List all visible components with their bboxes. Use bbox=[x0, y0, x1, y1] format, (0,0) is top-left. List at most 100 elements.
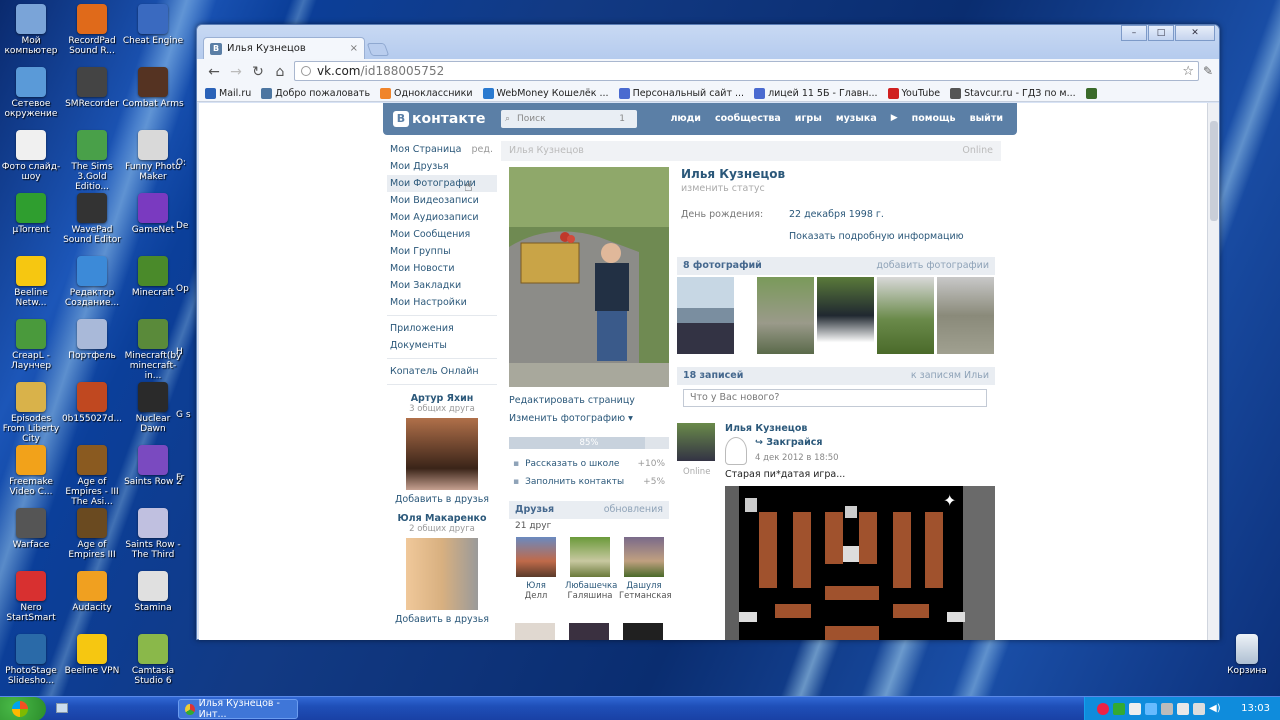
friends-header[interactable]: Друзья обновления bbox=[509, 501, 669, 519]
bookmark-item[interactable]: WebMoney Кошелёк ... bbox=[482, 87, 609, 99]
quick-launch-icon[interactable] bbox=[56, 703, 68, 713]
desktop-icon[interactable]: Портфель bbox=[61, 319, 123, 361]
menu-item[interactable]: Моя Страница ред. bbox=[387, 141, 497, 158]
wall-link[interactable]: к записям Ильи bbox=[911, 367, 989, 385]
menu-item-kopatel[interactable]: Копатель Онлайн bbox=[387, 363, 497, 380]
desktop-icon[interactable]: SMRecorder bbox=[61, 67, 123, 109]
maximize-button[interactable]: □ bbox=[1148, 25, 1174, 41]
friends-updates-link[interactable]: обновления bbox=[604, 501, 663, 519]
photo-thumb-4[interactable] bbox=[877, 277, 934, 354]
friend-item[interactable]: Юля Делл bbox=[511, 537, 561, 601]
post-author[interactable]: Илья Кузнецов bbox=[725, 423, 807, 434]
desktop-icon[interactable]: PhotoStage Slidesho... bbox=[0, 634, 62, 686]
desktop-icon[interactable]: Фото слайд-шоу bbox=[0, 130, 62, 182]
menu-item[interactable]: Документы bbox=[387, 337, 497, 354]
tray-icon-1[interactable] bbox=[1097, 703, 1109, 715]
desktop-icon[interactable]: Beeline VPN bbox=[61, 634, 123, 676]
back-arrow-icon[interactable]: ← bbox=[203, 62, 225, 82]
desktop-icon[interactable]: WavePad Sound Editor bbox=[61, 193, 123, 245]
menu-item[interactable]: Мои Группы bbox=[387, 243, 497, 260]
desktop-icon[interactable]: The Sims 3.Gold Editio... bbox=[61, 130, 123, 192]
window-close-button[interactable]: ✕ bbox=[1175, 25, 1215, 41]
desktop-icon[interactable]: Warface bbox=[0, 508, 62, 550]
tray-icon-3[interactable] bbox=[1129, 703, 1141, 715]
post-author-avatar[interactable] bbox=[677, 423, 715, 461]
desktop-icon-partial[interactable]: Op bbox=[176, 284, 196, 294]
desktop-icon[interactable]: Combat Arms bbox=[122, 67, 184, 109]
bookmark-star-icon[interactable]: ☆ bbox=[1182, 64, 1194, 79]
vk-logo[interactable]: Bконтакте bbox=[393, 111, 485, 127]
desktop-icon[interactable]: Сетевое окружение bbox=[0, 67, 62, 119]
desktop-icon[interactable]: Age of Empires III bbox=[61, 508, 123, 560]
desktop-icon[interactable]: Funny Photo Maker bbox=[122, 130, 184, 182]
bookmark-item[interactable]: YouTube bbox=[887, 87, 940, 99]
add-photos-link[interactable]: добавить фотографии bbox=[876, 257, 989, 275]
home-icon[interactable]: ⌂ bbox=[269, 62, 291, 82]
desktop-icon[interactable]: Age of Empires - III The Asi... bbox=[61, 445, 123, 507]
suggestion-common[interactable]: 3 общих друга bbox=[387, 404, 497, 414]
tab-active[interactable]: B Илья Кузнецов × bbox=[203, 37, 365, 59]
birthday-value[interactable]: 22 декабря 1998 г. bbox=[789, 209, 884, 220]
desktop-icon[interactable]: Редактор Создание... bbox=[61, 256, 123, 308]
menu-item[interactable]: Мои Новости bbox=[387, 260, 497, 277]
status-link[interactable]: изменить статус bbox=[681, 183, 765, 194]
wall-header[interactable]: 18 записей к записям Ильи bbox=[677, 367, 995, 385]
desktop-icon[interactable]: µTorrent bbox=[0, 193, 62, 235]
bookmark-item[interactable]: Добро пожаловать bbox=[261, 87, 370, 99]
profile-tip[interactable]: ▪ Рассказать о школе +10% bbox=[509, 459, 669, 469]
menu-item[interactable]: Мои Фотографии bbox=[387, 175, 497, 192]
bookmark-item[interactable]: лицей 11 5Б - Главн... bbox=[754, 87, 878, 99]
desktop-icon[interactable]: Мой компьютер bbox=[0, 4, 62, 56]
desktop-icon[interactable]: Minecraft bbox=[122, 256, 184, 298]
wall-post-input[interactable]: Что у Вас нового? bbox=[683, 389, 987, 407]
desktop-icon-partial[interactable]: O: bbox=[176, 158, 196, 168]
tray-icon-2[interactable] bbox=[1113, 703, 1125, 715]
repost-game-link[interactable]: ↪ Закграйся bbox=[755, 437, 822, 448]
desktop-icon-partial[interactable]: De bbox=[176, 221, 196, 231]
desktop-icon-partial[interactable]: H bbox=[176, 347, 196, 357]
tray-icon-6[interactable] bbox=[1177, 703, 1189, 715]
desktop-icon[interactable]: Audacity bbox=[61, 571, 123, 613]
friend-item[interactable]: Дашуля Гетманская bbox=[619, 537, 672, 601]
photo-thumb-1[interactable] bbox=[677, 277, 734, 354]
photo-thumb-3[interactable] bbox=[817, 277, 874, 354]
suggestion-photo[interactable] bbox=[406, 538, 478, 610]
vk-nav-item[interactable]: музыка bbox=[836, 113, 877, 124]
menu-edit-link[interactable]: ред. bbox=[472, 141, 497, 158]
suggestion-photo[interactable] bbox=[406, 418, 478, 490]
menu-item[interactable]: Мои Настройки bbox=[387, 294, 497, 311]
photo-thumb-2[interactable] bbox=[757, 277, 814, 354]
photo-thumb-5[interactable] bbox=[937, 277, 994, 354]
bookmark-item[interactable]: Stavcur.ru - ГДЗ по м... bbox=[950, 87, 1076, 99]
desktop-icon[interactable]: Nuclear Dawn bbox=[122, 382, 184, 434]
menu-item[interactable]: Мои Друзья bbox=[387, 158, 497, 175]
profile-avatar[interactable] bbox=[509, 167, 669, 387]
start-button[interactable] bbox=[0, 697, 46, 720]
menu-item[interactable]: Мои Аудиозаписи bbox=[387, 209, 497, 226]
desktop-icon[interactable]: Nero StartSmart bbox=[0, 571, 62, 623]
suggestion-name[interactable]: Артур Яхин bbox=[387, 393, 497, 404]
desktop-icon[interactable]: Stamina bbox=[122, 571, 184, 613]
tray-icon-5[interactable] bbox=[1161, 703, 1173, 715]
vertical-scrollbar[interactable] bbox=[1207, 103, 1219, 640]
desktop-icon[interactable]: Freemake Video C... bbox=[0, 445, 62, 497]
vk-nav-item[interactable]: сообщества bbox=[715, 113, 781, 124]
post-game-image[interactable]: ✦ bbox=[725, 486, 995, 640]
add-friend-link[interactable]: Добавить в друзья bbox=[387, 494, 497, 505]
menu-item[interactable]: Приложения bbox=[387, 320, 497, 337]
vk-nav-item[interactable]: люди bbox=[670, 113, 701, 124]
edit-page-link[interactable]: Редактировать страницу bbox=[509, 395, 635, 406]
desktop-icon[interactable]: Cheat Engine bbox=[122, 4, 184, 46]
recycle-bin-icon[interactable]: Корзина bbox=[1216, 634, 1278, 676]
new-tab-button[interactable] bbox=[366, 43, 390, 56]
volume-icon[interactable]: ◀) bbox=[1209, 703, 1221, 715]
desktop-icon[interactable]: Saints Row 2 bbox=[122, 445, 184, 487]
scrollbar-thumb[interactable] bbox=[1210, 121, 1218, 221]
desktop-icon[interactable]: Minecraft(by minecraft-in... bbox=[122, 319, 184, 381]
reload-icon[interactable]: ↻ bbox=[247, 62, 269, 82]
menu-item[interactable]: Мои Видеозаписи bbox=[387, 192, 497, 209]
bookmark-item[interactable]: Mail.ru bbox=[205, 87, 251, 99]
menu-item[interactable]: Мои Закладки bbox=[387, 277, 497, 294]
add-friend-link[interactable]: Добавить в друзья bbox=[387, 614, 497, 625]
taskbar-item-browser[interactable]: Илья Кузнецов - Инт... bbox=[178, 698, 298, 720]
